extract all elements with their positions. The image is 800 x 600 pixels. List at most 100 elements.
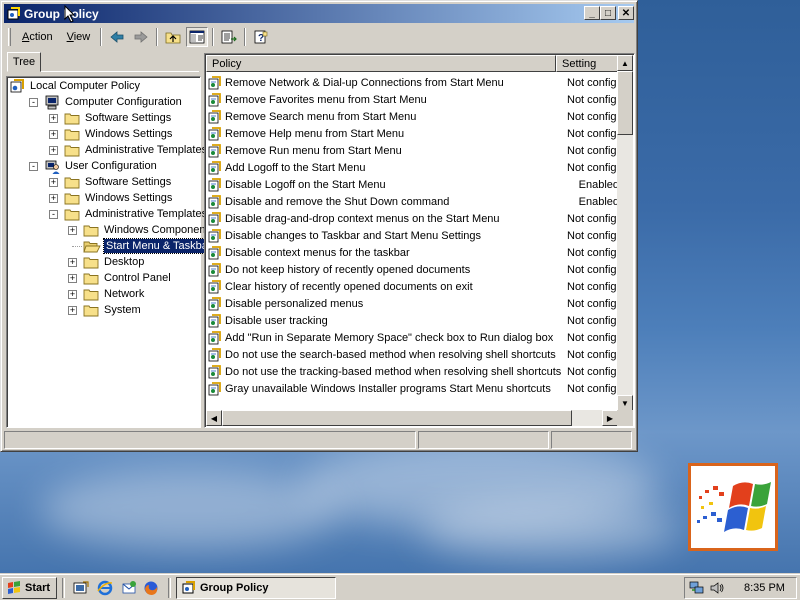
expand-icon[interactable]: + (49, 194, 58, 203)
firefox-icon[interactable] (142, 579, 160, 597)
table-row[interactable]: Disable personalized menus Not configured (207, 295, 619, 312)
back-icon[interactable] (106, 27, 128, 47)
policy-name: Disable context menus for the taskbar (225, 246, 410, 259)
expand-icon[interactable]: + (68, 258, 77, 267)
column-header-setting[interactable]: Setting (556, 55, 618, 72)
taskbar-separator (62, 578, 65, 598)
close-button[interactable]: ✕ (618, 6, 634, 20)
table-row[interactable]: Remove Network & Dial-up Connections fro… (207, 74, 619, 91)
taskbar-button-group-policy[interactable]: Group Policy (176, 577, 336, 599)
scroll-up-button[interactable]: ▲ (617, 55, 633, 71)
expand-icon[interactable]: + (68, 290, 77, 299)
horizontal-scrollbar[interactable]: ◀ ▶ (206, 410, 618, 426)
show-hide-tree-icon[interactable] (186, 27, 209, 47)
internet-explorer-icon[interactable] (96, 579, 114, 597)
scroll-down-button[interactable]: ▼ (617, 395, 633, 411)
table-row[interactable]: Add "Run in Separate Memory Space" check… (207, 329, 619, 346)
title-bar[interactable]: Group Policy _ □ ✕ (4, 4, 634, 23)
policy-setting: Not configured (567, 331, 619, 344)
expand-icon[interactable]: + (49, 130, 58, 139)
policy-setting: Not configured (567, 229, 619, 242)
table-row[interactable]: Do not keep history of recently opened d… (207, 261, 619, 278)
policy-setting-icon (208, 126, 222, 141)
minimize-button[interactable]: _ (584, 6, 600, 20)
tree-node-label: Windows Settings (85, 128, 173, 140)
scroll-thumb[interactable] (617, 71, 633, 135)
table-row[interactable]: Disable and remove the Shut Down command… (207, 193, 619, 210)
clock[interactable]: 8:35 PM (744, 582, 785, 594)
tree-node[interactable]: Control Panel (83, 270, 173, 286)
tree-node[interactable]: Administrative Templates (64, 142, 209, 158)
tree-node[interactable]: Windows Settings (64, 190, 174, 206)
policy-setting-icon (208, 75, 222, 90)
table-row[interactable]: Gray unavailable Windows Installer progr… (207, 380, 619, 397)
tree-node[interactable]: System (83, 302, 143, 318)
up-one-level-icon[interactable] (162, 27, 184, 47)
start-label: Start (25, 582, 51, 594)
collapse-icon[interactable]: - (49, 210, 58, 219)
table-row[interactable]: Add Logoff to the Start Menu Not configur… (207, 159, 619, 176)
show-desktop-icon[interactable] (72, 579, 90, 597)
expand-icon[interactable]: + (49, 146, 58, 155)
policy-setting: Not configured (567, 212, 619, 225)
menu-action[interactable]: Action (15, 29, 60, 45)
tree-node[interactable]: Windows Components (83, 222, 216, 238)
desktop-cloud (40, 470, 340, 550)
table-row[interactable]: Disable context menus for the taskbar Not… (207, 244, 619, 261)
outlook-express-icon[interactable] (120, 579, 138, 597)
volume-icon[interactable] (709, 581, 725, 595)
table-row[interactable]: Remove Help menu from Start Menu Not conf… (207, 125, 619, 142)
scroll-right-button[interactable]: ▶ (602, 410, 618, 426)
export-list-icon[interactable] (218, 27, 240, 47)
table-row[interactable]: Disable drag-and-drop context menus on t… (207, 210, 619, 227)
tree-node-label: System (104, 304, 141, 316)
table-row[interactable]: Remove Search menu from Start Menu Not co… (207, 108, 619, 125)
tree-node[interactable]: Start Menu & Taskbar (83, 238, 215, 254)
tree-node[interactable]: Software Settings (64, 174, 173, 190)
scroll-left-button[interactable]: ◀ (206, 410, 222, 426)
network-icon[interactable] (689, 581, 705, 595)
maximize-button[interactable]: □ (600, 6, 616, 20)
help-icon[interactable]: ? (250, 27, 272, 47)
column-header-policy[interactable]: Policy (206, 55, 556, 72)
tree-node[interactable]: Administrative Templates (64, 206, 209, 222)
tab-tree[interactable]: Tree (7, 52, 41, 72)
table-row[interactable]: Do not use the tracking-based method whe… (207, 363, 619, 380)
scroll-thumb-horizontal[interactable] (222, 410, 572, 426)
tree-node[interactable]: Windows Settings (64, 126, 174, 142)
policy-name: Remove Help menu from Start Menu (225, 127, 405, 140)
folder-icon (83, 288, 99, 301)
table-row[interactable]: Disable user tracking Not configured (207, 312, 619, 329)
expand-icon[interactable]: + (68, 226, 77, 235)
expand-icon[interactable]: + (68, 306, 77, 315)
tree-node[interactable]: User Configuration (44, 158, 159, 174)
forward-icon[interactable] (130, 27, 152, 47)
collapse-icon[interactable]: - (29, 162, 38, 171)
tree-node[interactable]: Network (83, 286, 146, 302)
toolbar-separator (156, 28, 159, 46)
table-row[interactable]: Disable Logoff on the Start Menu Enabled (207, 176, 619, 193)
policy-setting-icon (208, 330, 222, 345)
menu-view[interactable]: View (60, 29, 98, 45)
table-row[interactable]: Disable changes to Taskbar and Start Men… (207, 227, 619, 244)
table-row[interactable]: Remove Favorites menu from Start Menu Not… (207, 91, 619, 108)
tree-node-label: Administrative Templates (85, 208, 208, 220)
policy-setting: Not configured (567, 76, 619, 89)
tree-node[interactable]: Computer Configuration (44, 94, 184, 110)
tree-node[interactable]: Local Computer Policy (9, 78, 142, 94)
start-button[interactable]: Start (2, 577, 57, 599)
vertical-scrollbar[interactable]: ▲ ▼ (617, 55, 633, 411)
tree-node[interactable]: Desktop (83, 254, 146, 270)
table-row[interactable]: Do not use the search-based method when … (207, 346, 619, 363)
expand-icon[interactable]: + (68, 274, 77, 283)
menu-toolbar: Action View ? (4, 25, 634, 49)
expand-icon[interactable]: + (49, 114, 58, 123)
expand-icon[interactable]: + (49, 178, 58, 187)
table-row[interactable]: Clear history of recently opened documen… (207, 278, 619, 295)
tree-node[interactable]: Software Settings (64, 110, 173, 126)
collapse-icon[interactable]: - (29, 98, 38, 107)
policy-name: Clear history of recently opened documen… (225, 280, 473, 293)
toolbar-separator (212, 28, 215, 46)
table-row[interactable]: Remove Run menu from Start Menu Not confi… (207, 142, 619, 159)
task-label: Group Policy (200, 582, 269, 594)
